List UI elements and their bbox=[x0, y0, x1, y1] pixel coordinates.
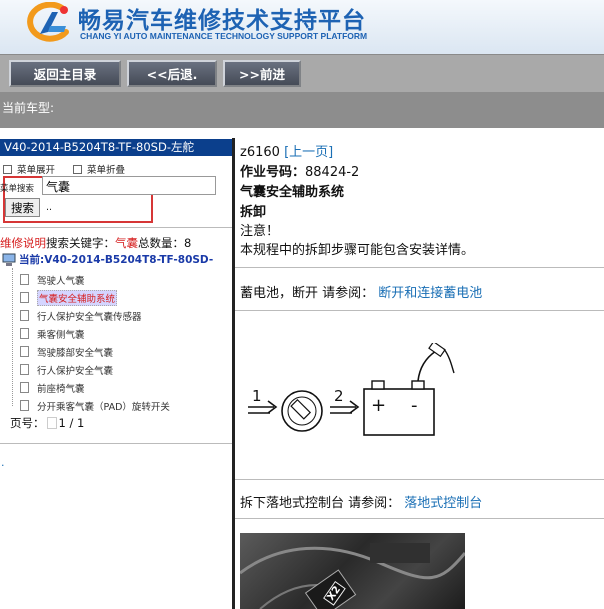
left-pane: V40-2014-B5204T8-TF-80SD-左舵 菜单展开 菜单折叠 菜单… bbox=[0, 138, 232, 609]
pager: 页号： 1 / 1 bbox=[10, 415, 84, 431]
divider bbox=[0, 227, 232, 228]
result-keyword-label: 搜索关键字： bbox=[46, 236, 115, 250]
note-text: 本规程中的拆卸步骤可能包含安装详情。 bbox=[240, 243, 475, 258]
floor-console-link[interactable]: 落地式控制台 bbox=[404, 496, 482, 511]
step1-line: 蓄电池，断开 请参阅： 断开和连接蓄电池 bbox=[240, 282, 482, 301]
current-prefix: 当前: bbox=[19, 254, 45, 266]
document-icon bbox=[20, 292, 29, 303]
battery-disconnect-link[interactable]: 断开和连接蓄电池 bbox=[378, 286, 482, 301]
app-title: 畅易汽车维修技术支持平台 bbox=[78, 8, 366, 34]
tree-item[interactable]: 行人保护安全气囊 bbox=[20, 361, 113, 378]
forward-button[interactable]: >>前进 bbox=[223, 60, 301, 87]
battery-disconnect-figure: 1 2 + - bbox=[248, 343, 455, 436]
home-button[interactable]: 返回主目录 bbox=[9, 60, 121, 87]
result-total: 8 bbox=[184, 236, 192, 250]
console-photo: X2 bbox=[240, 533, 465, 609]
menu-toggle-row: 菜单展开 菜单折叠 bbox=[3, 162, 125, 176]
tree-item[interactable]: 行人保护安全气囊传感器 bbox=[20, 307, 142, 324]
tree-item[interactable]: 乘客侧气囊 bbox=[20, 325, 85, 342]
document-icon bbox=[20, 400, 29, 411]
expand-menu-icon[interactable] bbox=[3, 164, 12, 174]
document-icon bbox=[20, 274, 29, 285]
document-icon bbox=[20, 346, 29, 357]
side-link-dot[interactable]: . bbox=[1, 456, 5, 469]
job-line: 作业号码：88424-2 bbox=[240, 161, 359, 180]
document-icon bbox=[20, 310, 29, 321]
divider bbox=[235, 518, 604, 519]
expand-menu-link[interactable]: 菜单展开 bbox=[17, 162, 55, 176]
doc-id: z6160 bbox=[240, 145, 280, 160]
current-model: V40-2014-B5204T8-TF-80SD- bbox=[44, 253, 214, 266]
divider bbox=[235, 479, 604, 480]
tree-item[interactable]: 驾驶膝部安全气囊 bbox=[20, 343, 113, 360]
photo-detail bbox=[240, 543, 465, 609]
model-title: V40-2014-B5204T8-TF-80SD-左舵 bbox=[0, 139, 232, 156]
tree-guide-line bbox=[12, 268, 14, 406]
tree-item[interactable]: 驾驶人气囊 bbox=[20, 271, 85, 288]
nav-bar: 返回主目录 <<后退. >>前进 bbox=[0, 54, 604, 93]
document-icon bbox=[20, 382, 29, 393]
divider bbox=[235, 310, 604, 311]
job-label: 作业号码： bbox=[240, 165, 306, 180]
step2-line: 拆下落地式控制台 请参阅： 落地式控制台 bbox=[240, 492, 482, 511]
fig-step1: 1 bbox=[252, 387, 262, 405]
result-total-label: 总数量： bbox=[138, 236, 184, 250]
tree-root[interactable]: 当前: V40-2014-B5204T8-TF-80SD- bbox=[2, 252, 213, 267]
app-subtitle: CHANG YI AUTO MAINTENANCE TECHNOLOGY SUP… bbox=[80, 31, 368, 41]
divider bbox=[0, 443, 232, 444]
divider bbox=[235, 267, 604, 268]
step2-text: 拆下落地式控制台 请参阅： bbox=[240, 496, 401, 511]
current-car-label: 当前车型: bbox=[2, 101, 55, 115]
job-number: 88424-2 bbox=[305, 165, 360, 180]
back-button[interactable]: <<后退. bbox=[127, 60, 217, 87]
tree-item[interactable]: 分开乘客气囊（PAD）旋转开关 bbox=[20, 397, 170, 414]
page-label: 页号： bbox=[10, 416, 45, 430]
collapse-menu-link[interactable]: 菜单折叠 bbox=[87, 162, 125, 176]
result-keyword: 气囊 bbox=[115, 236, 138, 250]
logo-icon bbox=[27, 2, 69, 42]
document-icon bbox=[20, 328, 29, 339]
search-result-summary: 维修说明搜索关键字：气囊总数量：8 bbox=[0, 235, 191, 251]
page-value[interactable]: 1 / 1 bbox=[59, 416, 85, 430]
fig-step2: 2 bbox=[334, 387, 344, 405]
search-button[interactable]: 搜索 bbox=[5, 198, 40, 217]
section-title: 拆卸 bbox=[240, 205, 267, 220]
step1-text: 蓄电池，断开 请参阅： bbox=[240, 286, 375, 301]
system-title: 气囊安全辅助系统 bbox=[240, 185, 345, 200]
current-car-bar: 当前车型: bbox=[0, 92, 604, 128]
content-pane: z6160 [上一页] 作业号码：88424-2 气囊安全辅助系统 拆卸 注意！… bbox=[235, 138, 604, 609]
search-input[interactable]: 气囊 bbox=[42, 176, 216, 195]
collapse-menu-icon[interactable] bbox=[73, 164, 83, 174]
page-box bbox=[46, 417, 57, 429]
app-header: 畅易汽车维修技术支持平台 CHANG YI AUTO MAINTENANCE T… bbox=[0, 0, 604, 54]
search-label: 菜单搜索 bbox=[0, 184, 35, 194]
fig-minus: - bbox=[411, 395, 418, 416]
note-label: 注意！ bbox=[240, 224, 280, 239]
tree-item-active[interactable]: 气囊安全辅助系统 bbox=[20, 289, 118, 306]
prev-page-link[interactable]: [上一页] bbox=[284, 145, 333, 160]
doc-header-line: z6160 [上一页] bbox=[240, 141, 333, 160]
tree-item[interactable]: 前座椅气囊 bbox=[20, 379, 85, 396]
result-prefix: 维修说明 bbox=[0, 236, 46, 250]
fig-plus: + bbox=[371, 395, 386, 416]
computer-icon bbox=[2, 253, 16, 266]
document-icon bbox=[20, 364, 29, 375]
search-dots: .. bbox=[46, 202, 53, 213]
